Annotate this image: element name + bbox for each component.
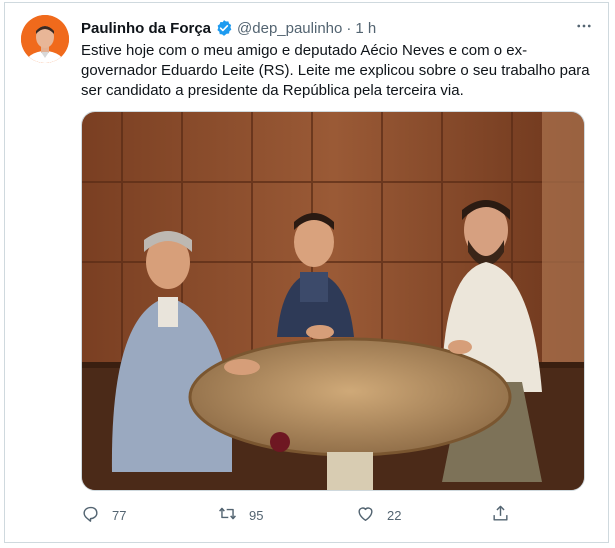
retweet-count: 95 [249, 507, 264, 523]
reply-button[interactable]: 77 [81, 503, 126, 527]
tweet-timestamp[interactable]: 1 h [355, 20, 376, 37]
tweet-card[interactable]: Paulinho da Força @dep_paulinho · 1 h Es… [4, 2, 609, 543]
heart-icon [356, 504, 375, 526]
more-horizontal-icon[interactable] [572, 17, 596, 35]
like-button[interactable]: 22 [356, 503, 401, 527]
author-avatar[interactable] [21, 15, 69, 63]
reply-count: 77 [112, 507, 127, 523]
separator-dot: · [346, 19, 352, 37]
verified-badge-icon [215, 19, 233, 37]
share-icon [491, 504, 510, 526]
tweet-header: Paulinho da Força @dep_paulinho · 1 h [81, 17, 376, 39]
like-count: 22 [387, 507, 402, 523]
share-button[interactable] [491, 503, 510, 527]
reply-icon [81, 504, 100, 526]
retweet-icon [218, 504, 237, 526]
tweet-photo[interactable] [81, 111, 585, 491]
tweet-actions: 77 95 22 [81, 503, 521, 527]
author-handle[interactable]: @dep_paulinho [237, 20, 342, 37]
retweet-button[interactable]: 95 [218, 503, 263, 527]
tweet-text: Estive hoje com o meu amigo e deputado A… [81, 42, 590, 99]
author-name[interactable]: Paulinho da Força [81, 20, 211, 37]
